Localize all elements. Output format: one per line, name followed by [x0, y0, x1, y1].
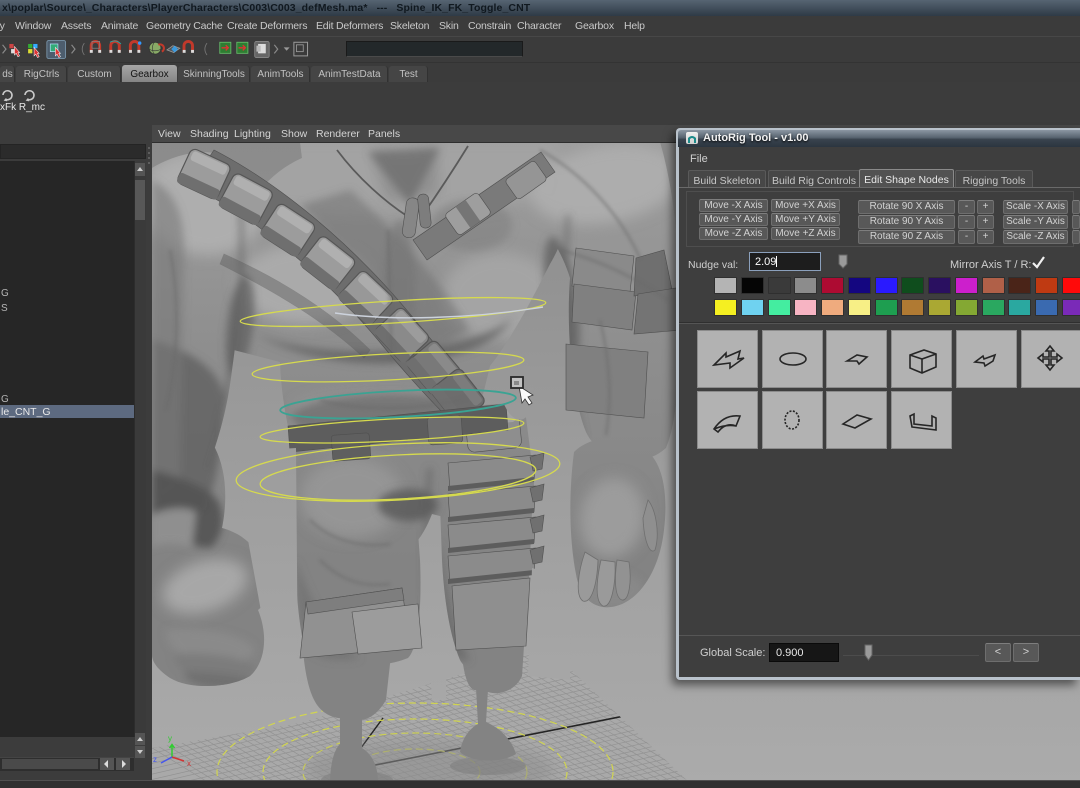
svg-text:Lighting: Lighting [234, 128, 271, 140]
svg-text:z: z [153, 755, 157, 764]
svg-text:Panels: Panels [368, 128, 400, 140]
svg-text:x: x [187, 759, 191, 768]
svg-text:View: View [158, 128, 181, 140]
svg-text:y: y [168, 734, 172, 743]
svg-text:Shading: Shading [190, 128, 229, 140]
svg-text:Show: Show [281, 128, 308, 140]
svg-text:Renderer: Renderer [316, 128, 360, 140]
